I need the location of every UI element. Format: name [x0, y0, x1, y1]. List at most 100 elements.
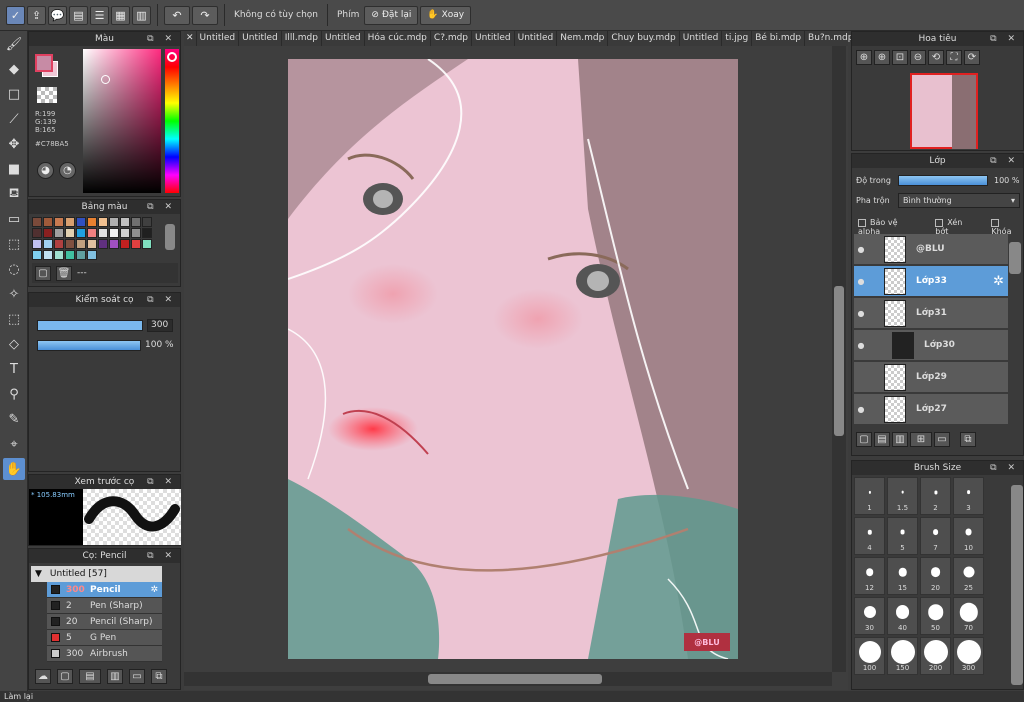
palette-swatch[interactable]: [87, 250, 97, 260]
visibility-icon[interactable]: ●: [854, 309, 868, 318]
palette-swatch[interactable]: [54, 239, 64, 249]
brush-size-cell[interactable]: 12: [854, 557, 885, 595]
layer-opacity-slider[interactable]: [898, 175, 988, 186]
palette-swatch[interactable]: [54, 228, 64, 238]
brush-size-cell[interactable]: 70: [953, 597, 984, 635]
document-tab[interactable]: Untitled: [197, 31, 240, 46]
palette-swatch[interactable]: [32, 217, 42, 227]
palette-scrollbar[interactable]: [165, 224, 175, 250]
palette-swatch[interactable]: [76, 239, 86, 249]
brush-size-cell[interactable]: 50: [920, 597, 951, 635]
select-pen-tool-icon[interactable]: ⬚: [3, 308, 25, 330]
brush-item[interactable]: 5 G Pen: [47, 630, 162, 646]
new-layer-icon[interactable]: ▢: [856, 432, 872, 447]
palette-swatch[interactable]: [120, 228, 130, 238]
zoom-in-icon[interactable]: ⊕: [856, 50, 872, 65]
palette-swatch[interactable]: [98, 217, 108, 227]
brush-item[interactable]: 2 Pen (Sharp): [47, 598, 162, 614]
document-tab[interactable]: Bu?n.mdp: [805, 31, 858, 46]
palette-swatch[interactable]: [120, 239, 130, 249]
navigator-thumbnail[interactable]: [910, 73, 978, 149]
document-tab[interactable]: Untitled: [322, 31, 365, 46]
palette-swatch[interactable]: [65, 250, 75, 260]
select-rect-tool-icon[interactable]: ⬚: [3, 233, 25, 255]
palette-swatch[interactable]: [142, 239, 152, 249]
duplicate-brush-icon[interactable]: ⧉: [151, 668, 167, 684]
palette-swatch[interactable]: [87, 228, 97, 238]
new-palette-icon[interactable]: ▢: [35, 265, 51, 281]
document-tab[interactable]: Bé bi.mdp: [752, 31, 806, 46]
palette-swatch[interactable]: [54, 250, 64, 260]
brush-settings-icon[interactable]: ▥: [107, 668, 123, 684]
add-layer-icon[interactable]: ⊞: [910, 432, 932, 447]
visibility-icon[interactable]: ●: [854, 277, 868, 286]
layer-folder-icon[interactable]: ▭: [934, 432, 950, 447]
document-tab[interactable]: ti.jpg: [722, 31, 753, 46]
brush-size-cell[interactable]: 15: [887, 557, 918, 595]
rotate-button[interactable]: ✋ Xoay: [420, 5, 472, 25]
palette-swatch[interactable]: [142, 217, 152, 227]
fill-rect-tool-icon[interactable]: ■: [3, 158, 25, 180]
palette-swatch[interactable]: [76, 228, 86, 238]
brush-size-cell[interactable]: 40: [887, 597, 918, 635]
brush-size-cell[interactable]: 100: [854, 637, 885, 675]
palette-swatch[interactable]: [65, 228, 75, 238]
gear-icon[interactable]: ✲: [993, 274, 1004, 289]
layer-row[interactable]: ● Lớp33 ✲: [854, 266, 1008, 297]
document-tab[interactable]: Hóa cúc.mdp: [365, 31, 431, 46]
redo-button[interactable]: ↷: [192, 5, 218, 25]
palette-swatch[interactable]: [65, 217, 75, 227]
palette-swatch[interactable]: [43, 228, 53, 238]
brush-size-cell[interactable]: 20: [920, 557, 951, 595]
collapse-icon[interactable]: ▼: [35, 569, 42, 579]
move-tool-icon[interactable]: ✥: [3, 133, 25, 155]
horizontal-scrollbar[interactable]: [184, 672, 832, 686]
canvas-area[interactable]: @BLU: [184, 46, 848, 690]
lasso-tool-icon[interactable]: ◌: [3, 258, 25, 280]
panel-icon[interactable]: ▦: [111, 5, 130, 25]
palette-swatch[interactable]: [120, 217, 130, 227]
duplicate-layer-icon[interactable]: ⧉: [960, 432, 976, 447]
tab-scroll-icon[interactable]: ✕: [184, 31, 197, 46]
add-brush-icon[interactable]: ▤: [79, 668, 101, 684]
brush-size-slider[interactable]: [37, 320, 143, 331]
panel-controls-icon[interactable]: ⧉ ✕: [147, 475, 176, 489]
palette-swatch[interactable]: [142, 228, 152, 238]
brush-size-cell[interactable]: 5: [887, 517, 918, 555]
palette-swatch[interactable]: [98, 228, 108, 238]
panel-controls-icon[interactable]: ⧉ ✕: [147, 32, 176, 46]
rotate-left-icon[interactable]: ⟲: [928, 50, 944, 65]
palette-swatch[interactable]: [109, 228, 119, 238]
document-tab[interactable]: Nem.mdp: [557, 31, 609, 46]
new-brush-icon[interactable]: ▢: [57, 668, 73, 684]
dropper-tool-icon[interactable]: ⌖: [3, 433, 25, 455]
color-mix-icon[interactable]: ◔: [59, 162, 76, 179]
visibility-icon[interactable]: ●: [854, 245, 868, 254]
new-layer-text-icon[interactable]: ▥: [892, 432, 908, 447]
sv-cursor[interactable]: [101, 75, 110, 84]
visibility-icon[interactable]: ●: [854, 405, 868, 414]
brush-item[interactable]: 300 Pencil ✲: [47, 582, 162, 598]
brush-item[interactable]: 300 Airbrush: [47, 646, 162, 662]
brush-size-cell[interactable]: 1: [854, 477, 885, 515]
eraser-tool-icon[interactable]: ◆: [3, 58, 25, 80]
layer-scroll-thumb[interactable]: [1009, 242, 1021, 274]
line-tool-icon[interactable]: ⟋: [3, 108, 25, 130]
transparent-swatch[interactable]: [37, 87, 57, 103]
brush-tool-icon[interactable]: 🖌: [3, 33, 25, 55]
new-layer-alt-icon[interactable]: ▤: [874, 432, 890, 447]
bucket-tool-icon[interactable]: ⛾: [3, 183, 25, 205]
palette-swatch[interactable]: [98, 239, 108, 249]
panel-controls-icon[interactable]: ⧉ ✕: [147, 549, 176, 563]
undo-button[interactable]: ↶: [164, 5, 190, 25]
gradient-tool-icon[interactable]: ▭: [3, 208, 25, 230]
rectangle-tool-icon[interactable]: □: [3, 83, 25, 105]
chat-icon[interactable]: ▤: [69, 5, 88, 25]
palette-swatch[interactable]: [65, 239, 75, 249]
fit-icon[interactable]: ⊡: [892, 50, 908, 65]
brush-size-value[interactable]: 300: [147, 319, 173, 332]
text-tool-icon[interactable]: T: [3, 358, 25, 380]
document-tab[interactable]: Chuy buy.mdp: [608, 31, 680, 46]
saturation-value-picker[interactable]: [83, 49, 161, 193]
palette-swatch[interactable]: [32, 250, 42, 260]
